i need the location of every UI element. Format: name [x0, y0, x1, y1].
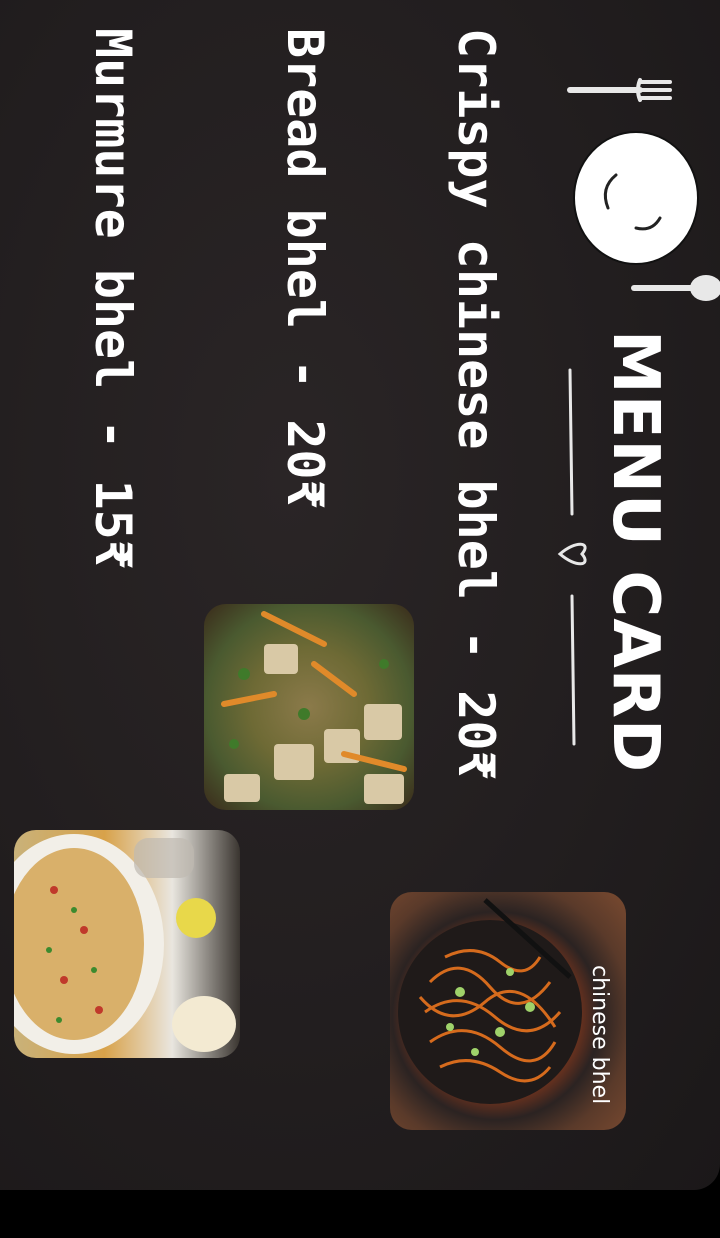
- plate-cutlery-icon: [567, 78, 720, 301]
- menu-item-crispy-chinese-bhel: Crispy chinese bhel - 20₹: [447, 28, 505, 781]
- heart-icon: [557, 542, 587, 566]
- fork-icon: [567, 78, 672, 102]
- chinese-bhel-photo-caption: chinese bhel: [587, 965, 612, 1105]
- plate-icon: [573, 131, 699, 265]
- murmure-bhel-illustration: [14, 834, 236, 1054]
- menu-card-board: MENU CARD Crispy chinese bhel - 20₹ Brea…: [0, 0, 720, 1190]
- menu-item-bread-bhel: Bread bhel - 20₹: [276, 28, 334, 510]
- bottom-bar: [0, 1190, 720, 1238]
- bread-bhel-photo: [204, 604, 414, 810]
- menu-title: MENU CARD: [598, 330, 672, 774]
- bread-bhel-illustration: [221, 611, 407, 804]
- spoon-icon: [631, 275, 720, 301]
- murmure-bhel-photo: [14, 830, 240, 1058]
- divider-heart-icon: [557, 368, 587, 746]
- menu-item-murmure-bhel: Murmure bhel - 15₹: [84, 28, 142, 570]
